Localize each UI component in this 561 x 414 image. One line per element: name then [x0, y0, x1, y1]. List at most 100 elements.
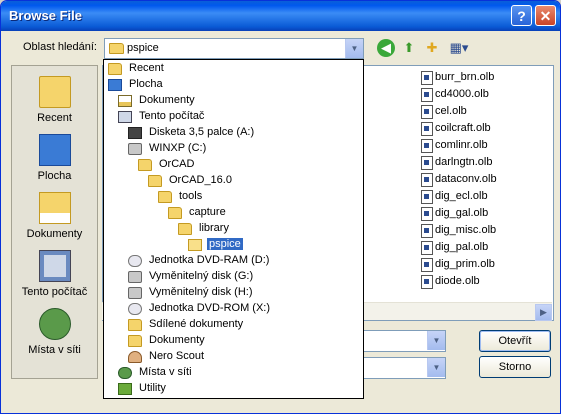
place-network[interactable]: Místa v síti [12, 308, 97, 356]
help-button[interactable]: ? [511, 5, 532, 26]
folder-icon [128, 335, 142, 347]
folder-icon [168, 207, 182, 219]
place-label: Plocha [37, 170, 72, 182]
file-name: dig_pal.olb [435, 241, 489, 253]
open-button[interactable]: Otevřít [479, 330, 551, 352]
drive-icon [128, 287, 142, 299]
chevron-down-icon[interactable]: ▼ [427, 331, 445, 350]
file-name: dig_prim.olb [435, 258, 495, 270]
scroll-right-icon[interactable]: ▶ [535, 304, 552, 321]
lookin-label: Oblast hledání: [23, 41, 97, 53]
place-documents[interactable]: Dokumenty [12, 192, 97, 240]
dropdown-item-label: Disketa 3,5 palce (A:) [149, 126, 255, 138]
library-file-icon [421, 139, 433, 153]
library-file-icon [421, 173, 433, 187]
dropdown-item-label: Recent [129, 62, 164, 74]
open-folder-icon [188, 239, 202, 251]
browse-file-dialog: Browse File ? ✕ Oblast hledání: pspice ▼… [0, 0, 561, 414]
title-bar[interactable]: Browse File ? ✕ [1, 1, 560, 31]
file-name: dataconv.olb [435, 173, 497, 185]
file-item[interactable]: dig_pal.olb [421, 240, 541, 256]
dropdown-item-label: Nero Scout [149, 350, 205, 362]
library-file-icon [421, 156, 433, 170]
file-item[interactable]: dig_misc.olb [421, 223, 541, 239]
view-menu-icon[interactable]: ▦▾ [447, 39, 471, 57]
dropdown-item-label: tools [179, 190, 203, 202]
dropdown-item-label: Jednotka DVD-RAM (D:) [149, 254, 270, 266]
lookin-combo[interactable]: pspice ▼ [104, 38, 364, 59]
back-icon[interactable]: ◀ [377, 39, 395, 57]
file-item[interactable]: dataconv.olb [421, 172, 541, 188]
library-file-icon [421, 207, 433, 221]
folder-icon [109, 43, 124, 54]
library-file-icon [421, 122, 433, 136]
dropdown-item-label: Plocha [129, 78, 163, 90]
dropdown-item-label: Dokumenty [139, 94, 195, 106]
file-name: diode.olb [435, 275, 480, 287]
dropdown-item-label: OrCAD [159, 158, 195, 170]
dropdown-item-label: WINXP (C:) [149, 142, 207, 154]
file-item[interactable]: burr_brn.olb [421, 70, 541, 86]
cd-drive-icon [128, 255, 142, 267]
chevron-down-icon[interactable]: ▼ [427, 358, 445, 377]
file-name: dig_gal.olb [435, 207, 489, 219]
folder-icon [178, 223, 192, 235]
dropdown-item-label: Tento počítač [139, 110, 205, 122]
library-file-icon [421, 275, 433, 289]
network-icon [118, 367, 132, 379]
file-item[interactable]: dig_prim.olb [421, 257, 541, 273]
desktop-icon [38, 134, 71, 166]
utility-icon [118, 383, 132, 395]
file-name: dig_ecl.olb [435, 190, 488, 202]
place-recent[interactable]: Recent [12, 76, 97, 124]
library-file-icon [421, 241, 433, 255]
documents-icon [38, 192, 71, 224]
close-button[interactable]: ✕ [535, 5, 556, 26]
folder-icon [158, 191, 172, 203]
dropdown-item-label: Utility [139, 382, 166, 394]
file-item[interactable]: cd4000.olb [421, 87, 541, 103]
library-file-icon [421, 105, 433, 119]
library-file-icon [421, 71, 433, 85]
cancel-button[interactable]: Storno [479, 356, 551, 378]
dropdown-item-label: Sdílené dokumenty [149, 318, 244, 330]
place-desktop[interactable]: Plocha [12, 134, 97, 182]
user-icon [128, 351, 142, 363]
cd-drive-icon [128, 303, 142, 315]
file-name: darlngtn.olb [435, 156, 493, 168]
file-item[interactable]: dig_gal.olb [421, 206, 541, 222]
drive-icon [128, 271, 142, 283]
file-name: coilcraft.olb [435, 122, 491, 134]
lookin-value: pspice [127, 42, 159, 54]
desktop-icon [108, 79, 122, 91]
file-item[interactable]: dig_ecl.olb [421, 189, 541, 205]
place-my-computer[interactable]: Tento počítač [12, 250, 97, 298]
folder-icon [128, 319, 142, 331]
library-file-icon [421, 258, 433, 272]
places-bar: Recent Plocha Dokumenty Tento počítač Mí… [11, 65, 98, 379]
dropdown-item-label: capture [189, 206, 226, 218]
documents-icon [118, 95, 132, 107]
dropdown-item-label: Jednotka DVD-ROM (X:) [149, 302, 271, 314]
floppy-icon [128, 127, 142, 139]
up-folder-icon[interactable]: ⬆ [400, 39, 418, 57]
file-item[interactable]: diode.olb [421, 274, 541, 290]
place-label: Recent [37, 112, 72, 124]
file-item[interactable]: comlinr.olb [421, 138, 541, 154]
library-file-icon [421, 190, 433, 204]
folder-icon [148, 175, 162, 187]
dropdown-item-label: library [199, 222, 229, 234]
chevron-down-icon[interactable]: ▼ [345, 39, 363, 58]
dropdown-item-label: Vyměnitelný disk (G:) [149, 270, 254, 282]
new-folder-icon[interactable]: ✚ [423, 39, 441, 57]
recent-icon [38, 76, 71, 108]
file-item[interactable]: darlngtn.olb [421, 155, 541, 171]
lookin-dropdown-list[interactable]: Recent Plocha Dokumenty Tento počítač Disket… [103, 59, 364, 399]
folder-icon [138, 159, 152, 171]
file-name: comlinr.olb [435, 139, 488, 151]
file-name: cd4000.olb [435, 88, 489, 100]
place-label: Dokumenty [26, 228, 83, 240]
file-item[interactable]: cel.olb [421, 104, 541, 120]
file-item[interactable]: coilcraft.olb [421, 121, 541, 137]
file-name: burr_brn.olb [435, 71, 495, 83]
